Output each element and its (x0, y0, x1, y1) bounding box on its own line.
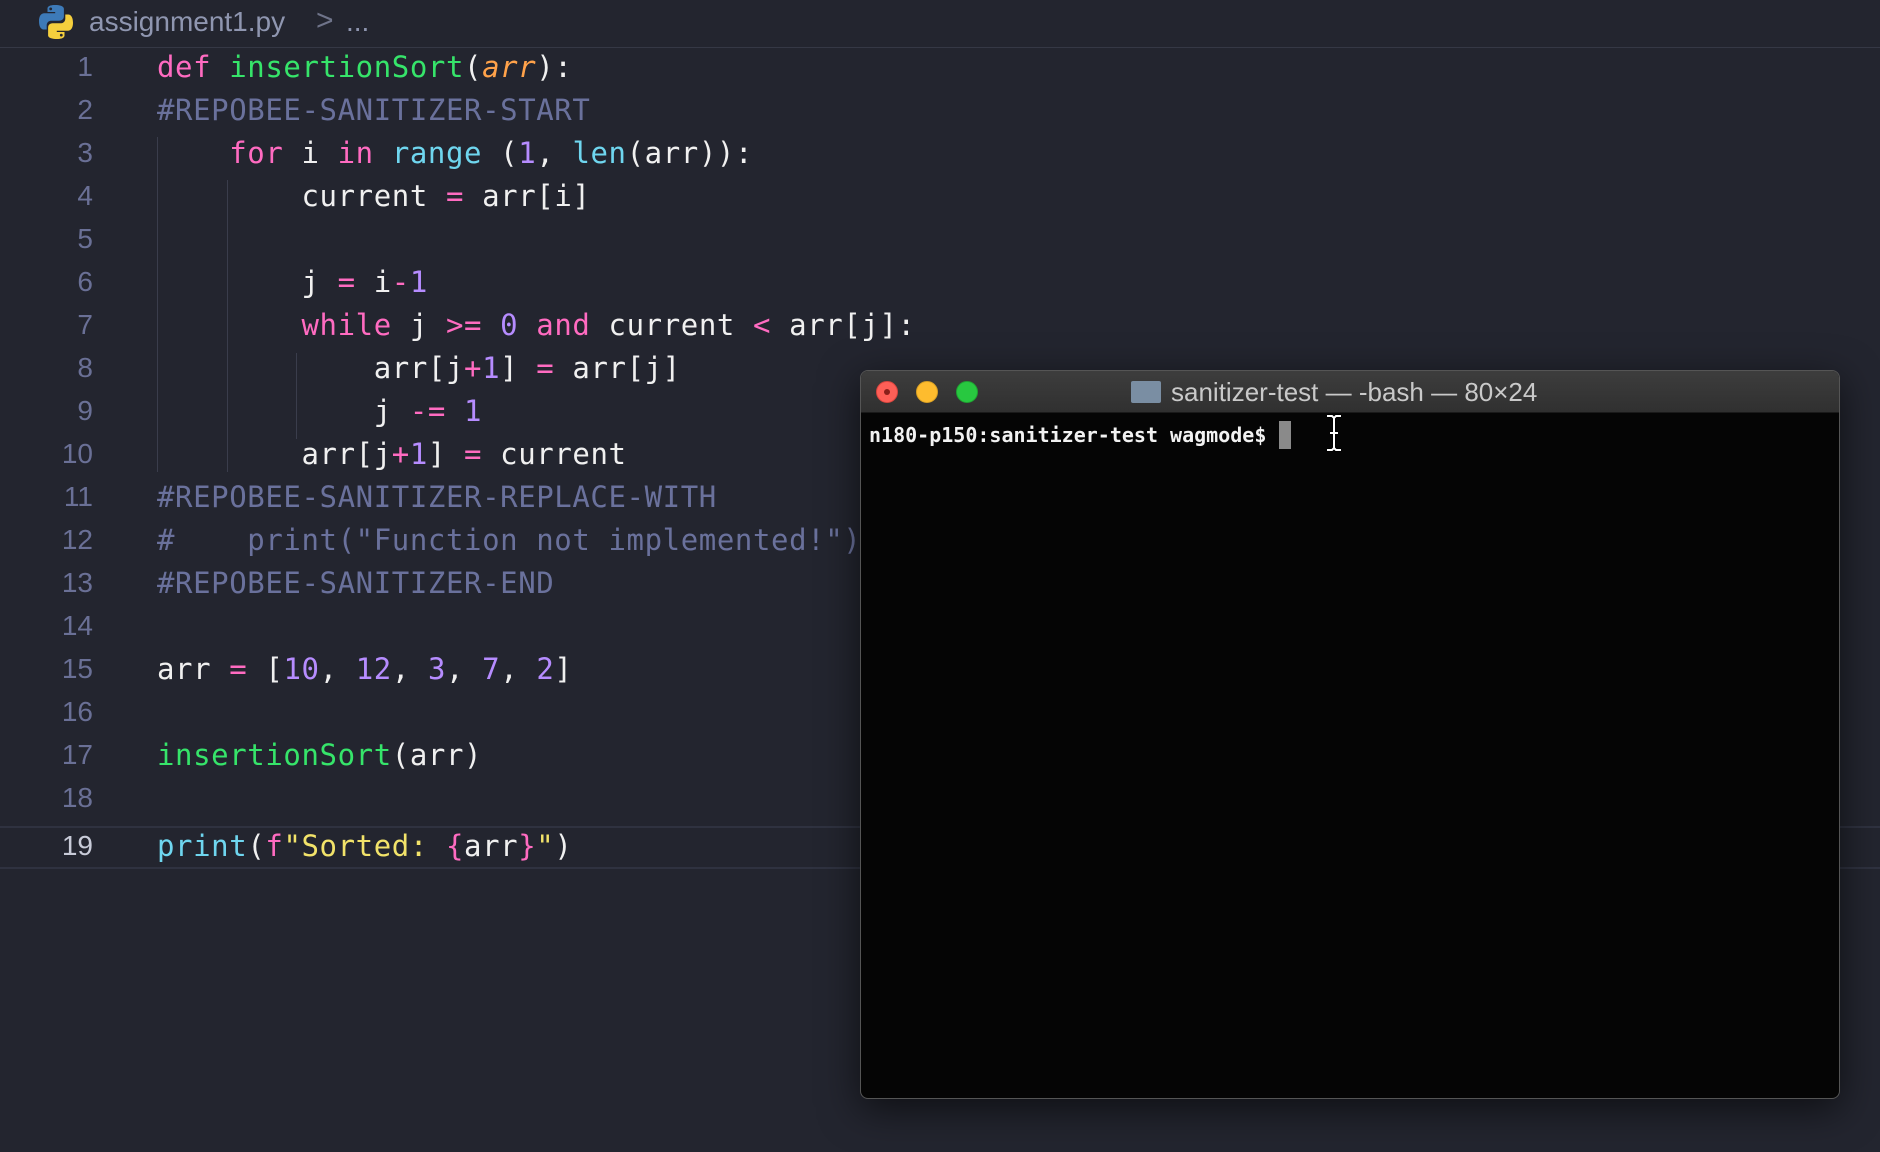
line-number: 2 (77, 94, 93, 125)
code-text[interactable]: for i in range (1, len(arr)): (157, 136, 753, 170)
breadcrumb-file-name[interactable]: assignment1.py (89, 6, 285, 38)
code-line[interactable]: 5 (0, 219, 1880, 262)
code-line[interactable]: 1 def insertionSort(arr): (0, 47, 1880, 90)
line-number: 7 (77, 309, 93, 340)
terminal-title: sanitizer-test — -bash — 80×24 (1171, 377, 1538, 407)
line-number: 16 (61, 696, 93, 727)
python-file-icon (39, 5, 73, 39)
line-number: 6 (77, 266, 93, 297)
code-text[interactable]: def insertionSort(arr): (157, 50, 572, 84)
line-number: 17 (61, 739, 93, 770)
terminal-titlebar[interactable]: sanitizer-test — -bash — 80×24 (861, 371, 1839, 413)
line-number: 1 (77, 51, 93, 82)
code-text[interactable]: arr[j+1] = arr[j] (157, 351, 681, 385)
code-text[interactable]: #REPOBEE-SANITIZER-START (157, 93, 590, 127)
shell-prompt: n180-p150:sanitizer-test wagmode$ (869, 423, 1279, 447)
terminal-window[interactable]: sanitizer-test — -bash — 80×24 n180-p150… (860, 370, 1840, 1099)
code-text[interactable]: j = i-1 (157, 265, 428, 299)
line-number: 9 (77, 395, 93, 426)
code-line[interactable]: 6 j = i-1 (0, 262, 1880, 305)
code-text[interactable]: j -= 1 (157, 394, 482, 428)
maximize-window-icon[interactable] (956, 381, 978, 403)
code-text[interactable]: arr = [10, 12, 3, 7, 2] (157, 652, 572, 686)
code-text[interactable]: while j >= 0 and current < arr[j]: (157, 308, 916, 342)
folder-icon (1131, 381, 1161, 403)
code-text[interactable]: arr[j+1] = current (157, 437, 627, 471)
line-number: 13 (61, 567, 93, 598)
line-number: 14 (61, 610, 93, 641)
line-number: 8 (77, 352, 93, 383)
terminal-cursor (1279, 421, 1291, 449)
code-line[interactable]: 2 #REPOBEE-SANITIZER-START (0, 90, 1880, 133)
line-number: 11 (63, 481, 93, 512)
code-text[interactable]: #REPOBEE-SANITIZER-REPLACE-WITH (157, 480, 717, 514)
text-cursor-icon (1327, 414, 1341, 452)
close-window-icon[interactable] (876, 381, 898, 403)
code-text[interactable]: current = arr[i] (157, 179, 590, 213)
line-number: 19 (61, 830, 93, 861)
line-number: 4 (77, 180, 93, 211)
line-number: 12 (61, 524, 93, 555)
breadcrumb: assignment1.py > ... (0, 0, 1880, 48)
line-number: 18 (61, 782, 93, 813)
line-number: 10 (61, 438, 93, 469)
terminal-body[interactable]: n180-p150:sanitizer-test wagmode$ (861, 413, 1839, 1098)
code-text[interactable]: # print("Function not implemented!") (157, 523, 861, 557)
minimize-window-icon[interactable] (916, 381, 938, 403)
code-text[interactable]: insertionSort(arr) (157, 738, 482, 772)
code-line[interactable]: 3 for i in range (1, len(arr)): (0, 133, 1880, 176)
code-line[interactable]: 7 while j >= 0 and current < arr[j]: (0, 305, 1880, 348)
chevron-right-icon: > (316, 4, 334, 37)
code-text[interactable]: print(f"Sorted: {arr}") (157, 829, 572, 863)
code-text[interactable]: #REPOBEE-SANITIZER-END (157, 566, 554, 600)
breadcrumb-more[interactable]: ... (346, 6, 369, 38)
line-number: 15 (61, 653, 93, 684)
code-line[interactable]: 4 current = arr[i] (0, 176, 1880, 219)
line-number: 5 (77, 223, 93, 254)
line-number: 3 (77, 137, 93, 168)
